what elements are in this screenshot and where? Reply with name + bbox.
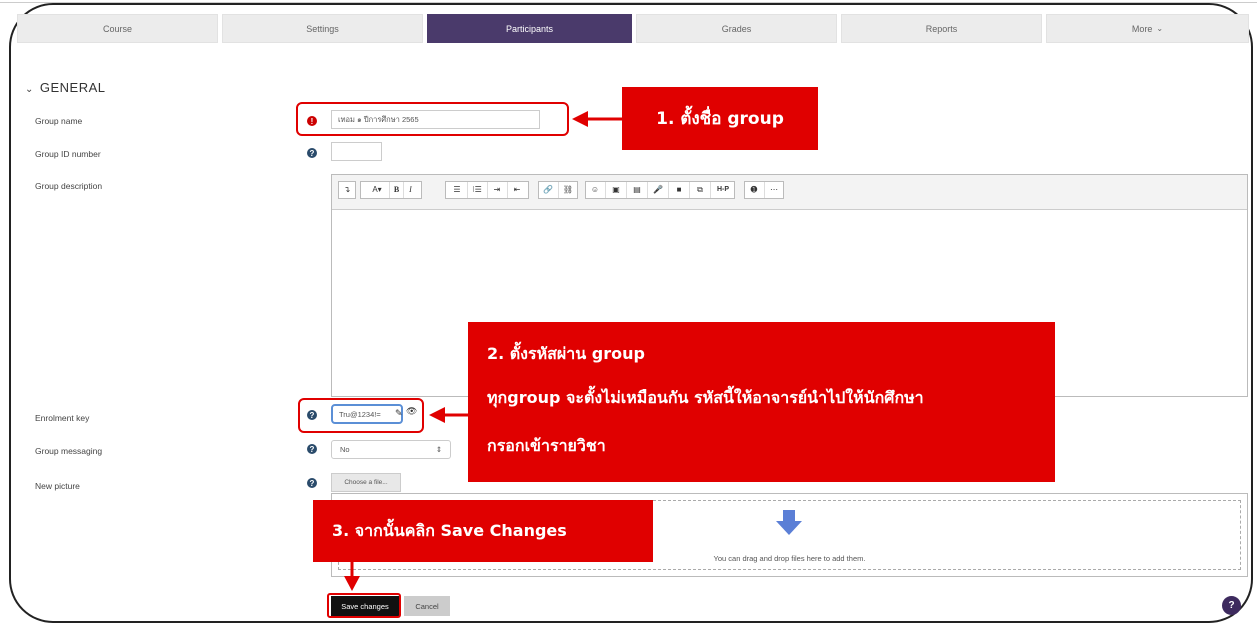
arrow-step2-head	[429, 407, 445, 423]
arrow-step1-head	[572, 111, 588, 127]
arrow-step3-head	[344, 576, 360, 591]
annotation-arrows	[344, 111, 622, 591]
